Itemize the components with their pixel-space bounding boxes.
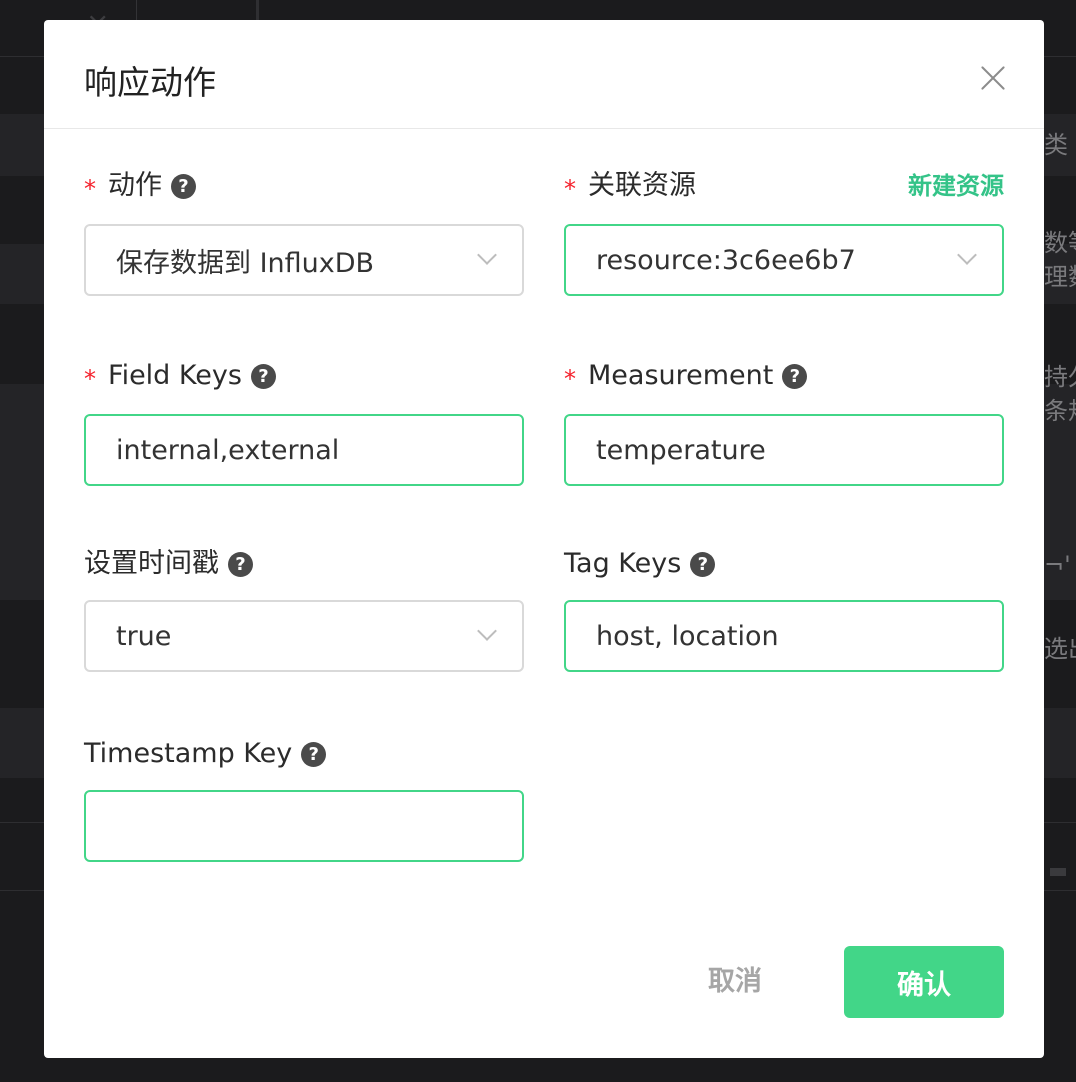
question-circle-icon[interactable]: ? — [782, 363, 808, 389]
new-resource-link[interactable]: 新建资源 — [908, 168, 1004, 204]
form-item-resource: * 关联资源 新建资源 resource:3c6ee6b7 — [564, 168, 1004, 296]
cancel-button[interactable]: 取消 — [708, 964, 762, 1000]
action-modal: 响应动作 * 动作 ? 保存数据到 InfluxDB * 关联资源 新建资源 r… — [44, 20, 1044, 1058]
form-item-action: * 动作 ? 保存数据到 InfluxDB — [84, 168, 524, 296]
form-item-tag-keys: Tag Keys ? host, location — [564, 546, 1004, 672]
field-keys-label: Field Keys — [108, 360, 242, 391]
set-timestamp-value: true — [116, 620, 172, 652]
confirm-button[interactable]: 确认 — [844, 946, 1004, 1018]
set-timestamp-select[interactable]: true — [84, 600, 524, 672]
required-mark: * — [564, 175, 576, 203]
background-divider — [256, 0, 259, 20]
background-text: ¬' — [1044, 551, 1071, 579]
action-select[interactable]: 保存数据到 InfluxDB — [84, 224, 524, 296]
action-select-value: 保存数据到 InfluxDB — [116, 247, 375, 279]
chevron-down-icon — [477, 245, 497, 265]
modal-title: 响应动作 — [84, 63, 216, 102]
chevron-down-icon — [477, 621, 497, 641]
tag-keys-label: Tag Keys — [564, 548, 682, 579]
measurement-label: Measurement — [588, 360, 774, 391]
resource-label: 关联资源 — [588, 170, 696, 201]
form-item-set-timestamp: 设置时间戳 ? true — [84, 546, 524, 672]
background-text: 条规 — [1044, 397, 1076, 425]
background-chip — [1050, 868, 1066, 876]
modal-header: 响应动作 — [44, 20, 1044, 129]
action-label: 动作 — [108, 170, 162, 201]
question-circle-icon[interactable]: ? — [171, 173, 196, 199]
timestamp-key-input[interactable] — [84, 790, 524, 862]
background-text: 数等 — [1044, 229, 1076, 257]
field-keys-input[interactable]: internal,external — [84, 414, 524, 486]
question-circle-icon[interactable]: ? — [690, 551, 716, 577]
form-item-timestamp-key: Timestamp Key ? — [84, 736, 524, 862]
resource-select[interactable]: resource:3c6ee6b7 — [564, 224, 1004, 296]
question-circle-icon[interactable]: ? — [301, 741, 327, 767]
close-icon[interactable] — [980, 65, 1006, 91]
form-item-measurement: * Measurement ? temperature — [564, 358, 1004, 486]
chevron-down-icon — [957, 245, 977, 265]
background-text: 类 — [1044, 131, 1068, 159]
required-mark: * — [84, 175, 96, 203]
timestamp-key-label: Timestamp Key — [84, 738, 293, 769]
form-item-field-keys: * Field Keys ? internal,external — [84, 358, 524, 486]
question-circle-icon[interactable]: ? — [250, 363, 276, 389]
question-circle-icon[interactable]: ? — [228, 551, 253, 577]
measurement-input[interactable]: temperature — [564, 414, 1004, 486]
required-mark: * — [84, 365, 96, 393]
resource-select-value: resource:3c6ee6b7 — [596, 244, 856, 276]
background-text: 理数 — [1044, 263, 1076, 291]
tag-keys-input[interactable]: host, location — [564, 600, 1004, 672]
required-mark: * — [564, 365, 576, 393]
background-text: 选出 — [1044, 635, 1076, 663]
background-text: 持久 — [1044, 363, 1076, 391]
set-timestamp-label: 设置时间戳 — [84, 548, 219, 579]
background-divider — [136, 0, 137, 20]
